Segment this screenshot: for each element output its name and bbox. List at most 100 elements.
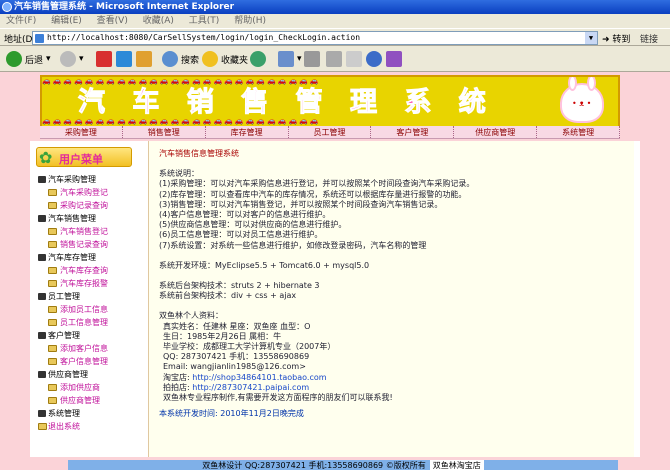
menu-view[interactable]: 查看(V) (91, 14, 134, 28)
address-input[interactable]: http://localhost:8080/CarSellSystem/logi… (32, 31, 598, 45)
profile-line: Email: wangjianlin1985@126.com> (163, 362, 306, 372)
page-background: 🚗🚗🚗🚗🚗🚗🚗🚗🚗🚗🚗🚗🚗🚗🚗🚗🚗🚗🚗🚗🚗🚗🚗🚗🚗🚗 汽 车 销 售 管 理 系… (0, 72, 670, 470)
book-icon (48, 228, 57, 235)
menu-favorites[interactable]: 收藏(A) (137, 14, 180, 28)
menu-inventory-query[interactable]: 汽车库存查询 (38, 264, 138, 277)
footer-copyright: 双鱼林设计 QQ:287307421 手机:13558690869 ©版权所有 (202, 461, 426, 470)
nav-inventory[interactable]: 库存管理 (206, 126, 289, 138)
forward-dropdown-icon[interactable]: ▾ (79, 54, 84, 64)
go-button[interactable]: ➜ 转到 (602, 32, 630, 45)
footer-shop-link[interactable]: 双鱼林淘宝店 (429, 460, 484, 470)
user-menu-title: 用户菜单 (59, 153, 103, 166)
group-employee[interactable]: 员工管理 (38, 290, 138, 303)
book-icon (48, 280, 57, 287)
profile-line: 真实姓名：任建林 星座：双鱼座 血型：O (163, 321, 311, 331)
menu-sales-query[interactable]: 销售记录查询 (38, 238, 138, 251)
folder-icon (38, 410, 46, 417)
menu-file[interactable]: 文件(F) (0, 14, 42, 28)
history-icon (250, 51, 266, 67)
profile-line: 毕业学校：成都理工大学计算机专业（2007年） (163, 342, 336, 352)
footer: 双鱼林设计 QQ:287307421 手机:13558690869 ©版权所有双… (68, 460, 618, 470)
research-button[interactable] (386, 50, 402, 68)
book-icon (48, 345, 57, 352)
nav-system[interactable]: 系统管理 (537, 126, 621, 138)
address-bar: 地址(D) http://localhost:8080/CarSellSyste… (0, 28, 670, 46)
clover-icon: ✿ (39, 148, 53, 167)
book-icon (48, 384, 57, 391)
edit-icon (326, 51, 342, 67)
group-purchase[interactable]: 汽车采购管理 (38, 173, 138, 186)
dev-environment: 系统开发环境：MyEclipse5.5 + Tomcat6.0 + mysql5… (159, 260, 370, 270)
print-icon (304, 51, 320, 67)
menu-inventory-alarm[interactable]: 汽车库存报警 (38, 277, 138, 290)
folder-icon (38, 371, 46, 378)
forward-button[interactable]: ▾ (60, 50, 84, 68)
book-icon (48, 319, 57, 326)
menu-logout[interactable]: 退出系统 (38, 420, 138, 433)
top-nav: 采购管理 销售管理 库存管理 员工管理 客户管理 供应商管理 系统管理 (40, 126, 621, 139)
favorites-button[interactable]: 收藏夹 (202, 50, 248, 68)
menu-purchase-register[interactable]: 汽车采购登记 (38, 186, 138, 199)
profile-line: 生日：1985年2月26日 属相：牛 (163, 331, 282, 341)
favorites-label: 收藏夹 (221, 55, 249, 66)
menu-customer-manage[interactable]: 客户信息管理 (38, 355, 138, 368)
profile-title: 双鱼林个人资料： (159, 311, 223, 321)
print-button[interactable] (304, 50, 320, 68)
messenger-icon (366, 51, 382, 67)
content-area: ✿ 用户菜单 汽车采购管理 汽车采购登记 采购记录查询 汽车销售管理 汽车销售登… (30, 141, 640, 457)
edit-button[interactable] (326, 50, 342, 68)
taobao-shop-line: 淘宝店: http://shop34864101.taobao.com (163, 372, 327, 382)
completion-date: 本系统开发时间: 2010年11月2日晚完成 (159, 409, 304, 419)
nav-customer[interactable]: 客户管理 (371, 126, 455, 138)
paipai-shop-link[interactable]: http://287307421.paipai.com (192, 383, 309, 392)
menu-bar: 文件(F) 编辑(E) 查看(V) 收藏(A) 工具(T) 帮助(H) (0, 14, 670, 28)
menu-sales-register[interactable]: 汽车销售登记 (38, 225, 138, 238)
search-button[interactable]: 搜索 (162, 50, 199, 68)
nav-employee[interactable]: 员工管理 (289, 126, 372, 138)
architecture: 系统后台架构技术：struts 2 + hibernate 3 系统前台架构技术… (159, 281, 624, 301)
desc-title: 系统说明： (159, 169, 199, 179)
refresh-button[interactable] (116, 50, 132, 68)
group-inventory[interactable]: 汽车库存管理 (38, 251, 138, 264)
menu-purchase-query[interactable]: 采购记录查询 (38, 199, 138, 212)
menu-tools[interactable]: 工具(T) (183, 14, 226, 28)
history-button[interactable] (250, 50, 266, 68)
book-icon (48, 267, 57, 274)
stop-button[interactable] (96, 50, 112, 68)
search-label: 搜索 (181, 55, 200, 66)
logout-icon (38, 423, 47, 430)
menu-supplier-add[interactable]: 添加供应商 (38, 381, 138, 394)
nav-supplier[interactable]: 供应商管理 (454, 126, 538, 138)
folder-icon (38, 293, 46, 300)
discuss-button[interactable] (346, 50, 362, 68)
book-icon (48, 202, 57, 209)
group-customer[interactable]: 客户管理 (38, 329, 138, 342)
back-arrow-icon (6, 51, 22, 67)
address-url: http://localhost:8080/CarSellSystem/logi… (47, 33, 361, 42)
address-dropdown-icon[interactable]: ▼ (585, 32, 597, 44)
go-label: 转到 (612, 35, 631, 45)
back-button[interactable]: 后退 ▾ (6, 50, 51, 68)
back-dropdown-icon[interactable]: ▾ (46, 54, 51, 64)
mail-dropdown-icon[interactable]: ▾ (297, 54, 302, 64)
group-system[interactable]: 系统管理 (38, 407, 138, 420)
menu-edit[interactable]: 编辑(E) (45, 14, 88, 28)
nav-purchase[interactable]: 采购管理 (40, 126, 123, 138)
banner-title: 汽 车 销 售 管 理 系 统 (78, 87, 495, 119)
group-supplier[interactable]: 供应商管理 (38, 368, 138, 381)
menu-help[interactable]: 帮助(H) (228, 14, 272, 28)
refresh-icon (116, 51, 132, 67)
links-button[interactable]: 链接 (640, 32, 658, 45)
mail-button[interactable]: ▾ (278, 50, 302, 68)
menu-customer-add[interactable]: 添加客户信息 (38, 342, 138, 355)
menu-supplier-manage[interactable]: 供应商管理 (38, 394, 138, 407)
desc-line: (6)员工信息管理：可以对员工信息进行维护。 (159, 230, 323, 240)
menu-employee-add[interactable]: 添加员工信息 (38, 303, 138, 316)
forward-arrow-icon (60, 51, 76, 67)
group-sales[interactable]: 汽车销售管理 (38, 212, 138, 225)
nav-sales[interactable]: 销售管理 (123, 126, 206, 138)
taobao-shop-link[interactable]: http://shop34864101.taobao.com (192, 373, 326, 382)
home-button[interactable] (136, 50, 152, 68)
messenger-button[interactable] (366, 50, 382, 68)
menu-employee-manage[interactable]: 员工信息管理 (38, 316, 138, 329)
